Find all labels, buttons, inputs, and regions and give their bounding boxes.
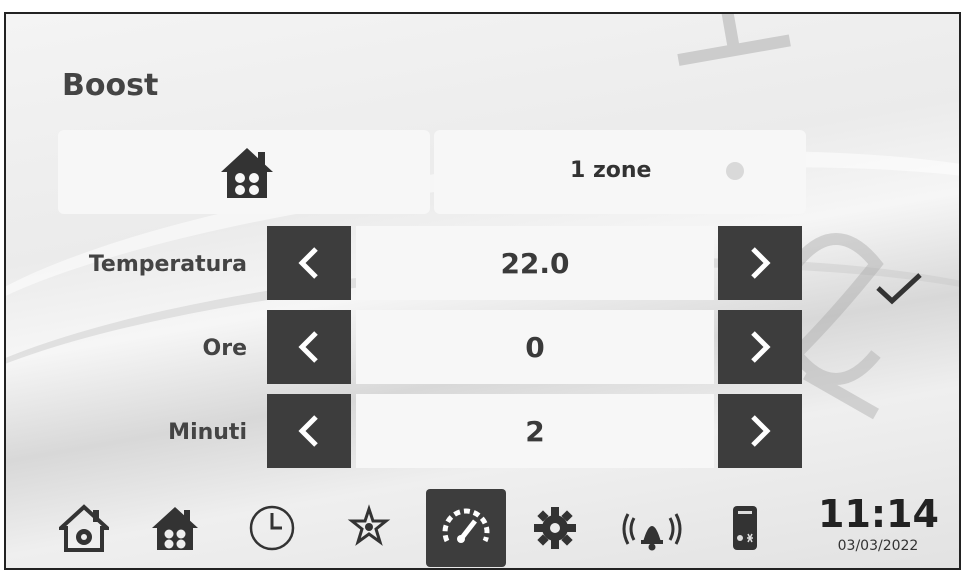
chevron-left-icon [298, 415, 318, 447]
boost-gauge-icon [442, 508, 490, 543]
home-zone-icon [59, 504, 109, 552]
temperature-increase-button[interactable] [718, 226, 802, 300]
clock-icon [249, 505, 295, 551]
nav-clock[interactable] [241, 489, 303, 567]
nav-alarm[interactable] [612, 489, 692, 567]
chevron-right-icon [751, 331, 771, 363]
nav-settings[interactable] [524, 489, 586, 567]
nav-house[interactable] [144, 489, 206, 567]
clock-date: 03/03/2022 [837, 538, 919, 554]
clock-time: 11:14 [818, 492, 939, 536]
checkmark-icon [876, 273, 922, 305]
zone-select-button[interactable]: 1 zone [434, 130, 806, 214]
zone-label: 1 zone [570, 158, 652, 183]
chevron-right-icon [751, 247, 771, 279]
chevron-left-icon [298, 331, 318, 363]
minutes-value: 2 [356, 394, 714, 468]
house-icon [152, 507, 198, 550]
stars-icon [347, 504, 391, 546]
confirm-button[interactable] [872, 268, 932, 318]
temperature-value: 22.0 [356, 226, 714, 300]
boiler-icon [733, 506, 757, 550]
alarm-bell-icon [622, 513, 682, 551]
minutes-increase-button[interactable] [718, 394, 802, 468]
hours-label: Ore [202, 336, 247, 361]
minutes-label: Minuti [168, 420, 247, 445]
hours-value: 0 [356, 310, 714, 384]
house-icon [221, 148, 273, 198]
zone-home-button[interactable] [58, 130, 430, 214]
chevron-right-icon [751, 415, 771, 447]
chevron-left-icon [298, 247, 318, 279]
nav-stars[interactable] [338, 489, 400, 567]
hours-increase-button[interactable] [718, 310, 802, 384]
temperature-decrease-button[interactable] [267, 226, 351, 300]
nav-boiler[interactable] [714, 489, 776, 567]
zone-indicator-dot [726, 162, 744, 180]
hours-decrease-button[interactable] [267, 310, 351, 384]
nav-boost[interactable] [426, 489, 506, 567]
nav-home-zone[interactable] [53, 489, 115, 567]
gear-icon [534, 507, 576, 549]
minutes-decrease-button[interactable] [267, 394, 351, 468]
device-screen: Boost 1 zone Temperatura 22.0 Ore 0 Minu… [4, 12, 961, 570]
page-title: Boost [62, 68, 159, 103]
temperature-label: Temperatura [88, 252, 247, 277]
